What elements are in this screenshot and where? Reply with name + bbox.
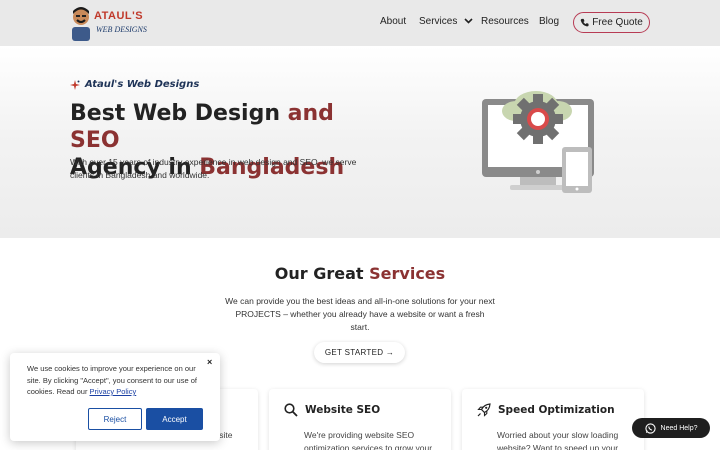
nav-resources[interactable]: Resources xyxy=(481,16,529,27)
service-card-text: We're providing website SEO optimization… xyxy=(304,430,433,450)
nav-services-label: Services xyxy=(419,16,458,27)
sparkle-icon xyxy=(70,79,80,90)
chevron-down-icon xyxy=(464,18,473,24)
rocket-icon xyxy=(477,403,491,417)
services-title-accent: Services xyxy=(369,264,446,283)
accept-button[interactable]: Accept xyxy=(146,408,203,430)
logo-subtitle: WEB DESIGNS xyxy=(96,25,147,34)
service-card-heading: Website SEO xyxy=(284,403,380,417)
hero-section: Ataul's Web Designs Best Web Design and … xyxy=(0,46,720,238)
site-header: ATAUL'S WEB DESIGNS About Services Resou… xyxy=(0,0,720,46)
cookie-text: We use cookies to improve your experienc… xyxy=(27,363,207,398)
privacy-policy-link[interactable]: Privacy Policy xyxy=(90,387,137,396)
hero-tagline: Ataul's Web Designs xyxy=(70,79,199,90)
nav-services[interactable]: Services xyxy=(419,16,473,27)
service-card-text: Worried about your slow loading website?… xyxy=(497,430,619,450)
nav-blog[interactable]: Blog xyxy=(539,16,559,27)
monitor-gear-illustration xyxy=(482,91,594,193)
service-card-speed[interactable]: Speed Optimization Worried about your sl… xyxy=(462,389,644,450)
service-card-title: Website SEO xyxy=(305,404,381,416)
search-icon xyxy=(284,403,298,417)
avatar-icon xyxy=(72,7,90,41)
service-card-seo[interactable]: Website SEO We're providing website SEO … xyxy=(269,389,451,450)
whatsapp-icon xyxy=(644,422,656,434)
reject-button[interactable]: Reject xyxy=(88,408,142,430)
service-card-heading: Speed Optimization xyxy=(477,403,615,417)
nav-about[interactable]: About xyxy=(380,16,406,27)
free-quote-button[interactable]: Free Quote xyxy=(573,12,650,33)
site-logo[interactable]: ATAUL'S WEB DESIGNS xyxy=(70,5,150,41)
close-icon[interactable]: × xyxy=(207,357,212,367)
cookie-consent-banner: × We use cookies to improve your experie… xyxy=(10,353,220,441)
services-title-part1: Our Great xyxy=(274,264,370,283)
phone-icon xyxy=(580,18,589,27)
hero-tag-text: Ataul's Web Designs xyxy=(85,79,200,90)
logo-title: ATAUL'S xyxy=(94,10,144,22)
need-help-label: Need Help? xyxy=(660,424,698,432)
free-quote-label: Free Quote xyxy=(592,17,643,28)
service-card-title: Speed Optimization xyxy=(498,404,615,416)
services-title: Our Great Services xyxy=(0,264,720,283)
services-description: We can provide you the best ideas and al… xyxy=(225,296,495,332)
get-started-button[interactable]: GET STARTED → xyxy=(314,342,405,363)
need-help-button[interactable]: Need Help? xyxy=(632,418,710,438)
hero-description: With over 15 years of industry experienc… xyxy=(70,157,357,180)
hero-title-part1: Best Web Design xyxy=(70,101,288,126)
